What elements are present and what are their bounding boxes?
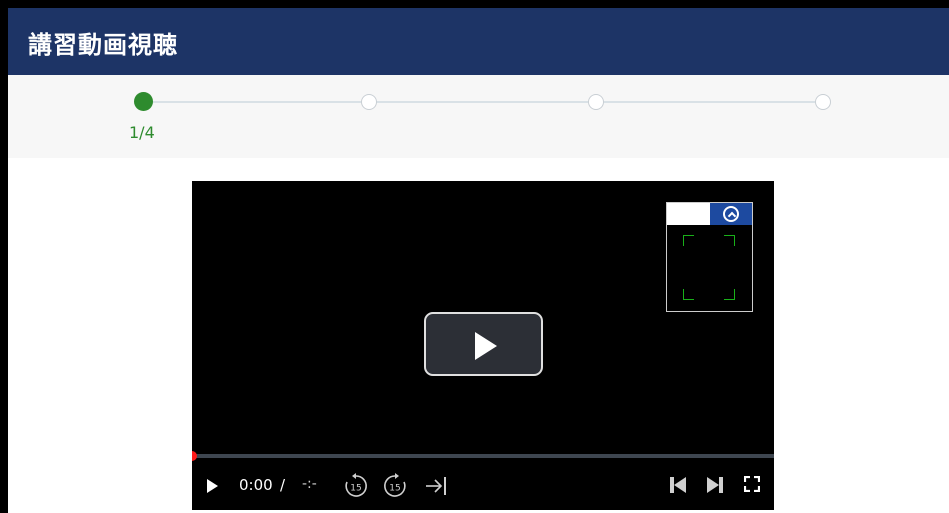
- previous-button[interactable]: [669, 476, 687, 494]
- step-connector: [144, 101, 370, 103]
- forward-seconds: 15: [389, 484, 400, 494]
- step-4-dot: [815, 94, 831, 110]
- page-title: 講習動画視聴: [28, 31, 178, 59]
- duration: -:-: [302, 476, 317, 492]
- skip-to-end-button[interactable]: [424, 474, 450, 498]
- step-2-dot: [361, 94, 377, 110]
- focus-frame-corner: [683, 235, 694, 246]
- step-counter: 1/4: [129, 123, 155, 142]
- video-player[interactable]: 0:00 / -:- 15 15: [192, 181, 774, 510]
- minimap-panel: [666, 202, 753, 312]
- play-icon[interactable]: [207, 479, 218, 493]
- video-controls: 0:00 / -:- 15 15: [192, 464, 774, 510]
- forward-15-icon: 15: [384, 473, 406, 497]
- fullscreen-icon: [744, 476, 760, 492]
- next-icon: [707, 477, 723, 493]
- big-play-button[interactable]: [424, 312, 543, 376]
- step-connector: [596, 101, 822, 103]
- chevron-up-circle-icon: [723, 206, 739, 222]
- seek-bar[interactable]: [192, 451, 774, 461]
- play-icon: [475, 332, 497, 360]
- step-1-dot: [134, 92, 153, 111]
- step-connector: [370, 101, 596, 103]
- next-button[interactable]: [706, 476, 724, 494]
- current-time: 0:00: [239, 476, 273, 494]
- fullscreen-button[interactable]: [744, 476, 760, 492]
- seek-handle[interactable]: [192, 451, 197, 461]
- previous-icon: [670, 477, 686, 493]
- focus-frame-corner: [683, 289, 694, 300]
- rewind-15-icon: 15: [345, 473, 367, 497]
- page-header: 講習動画視聴: [8, 8, 949, 75]
- rewind-15-button[interactable]: 15: [342, 472, 370, 500]
- focus-frame-corner: [724, 289, 735, 300]
- progress-stepper: 1/4: [8, 75, 949, 158]
- focus-frame-corner: [724, 235, 735, 246]
- minimap-toggle-button[interactable]: [710, 203, 752, 225]
- time-separator: /: [280, 476, 286, 494]
- forward-15-button[interactable]: 15: [381, 472, 409, 500]
- rewind-seconds: 15: [350, 484, 361, 494]
- step-3-dot: [588, 94, 604, 110]
- skip-to-end-icon: [426, 477, 446, 495]
